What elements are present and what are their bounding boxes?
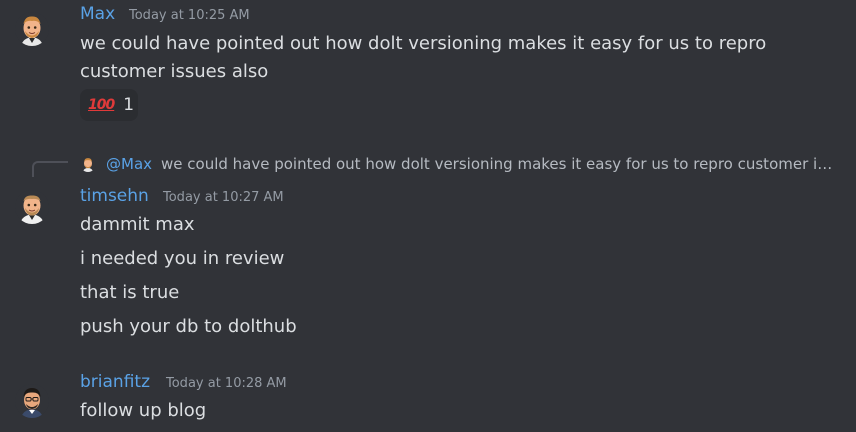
chat-message-list: Max Today at 10:25 AM we could have poin… <box>0 0 856 432</box>
100-icon: 100 <box>88 97 115 113</box>
message-line: push your db to dolthub <box>80 316 297 337</box>
timestamp: Today at 10:25 AM <box>129 8 250 23</box>
message-line: customer issues also <box>80 61 269 82</box>
avatar[interactable] <box>15 384 49 418</box>
timestamp: Today at 10:28 AM <box>166 376 287 391</box>
author-name[interactable]: brianfitz <box>80 372 150 392</box>
author-name[interactable]: timsehn <box>80 186 149 206</box>
reaction-button[interactable]: 100 1 <box>80 89 138 121</box>
reply-avatar[interactable] <box>80 156 96 172</box>
message-line: i needed you in review <box>80 248 285 269</box>
timestamp: Today at 10:27 AM <box>163 190 284 205</box>
message-line: dammit max <box>80 214 195 235</box>
author-name[interactable]: Max <box>80 4 115 24</box>
bitmoji-avatar-icon <box>15 12 49 46</box>
avatar[interactable] <box>15 12 49 46</box>
message-line: we could have pointed out how dolt versi… <box>80 33 767 54</box>
message-line: follow up blog <box>80 400 207 421</box>
reply-connector <box>32 161 68 177</box>
reply-mention[interactable]: @Max <box>106 155 152 173</box>
message-line: that is true <box>80 282 180 303</box>
reply-preview-text[interactable]: we could have pointed out how dolt versi… <box>161 155 837 173</box>
avatar[interactable] <box>15 190 49 224</box>
bitmoji-avatar-icon <box>15 384 49 418</box>
bitmoji-avatar-icon <box>15 190 49 224</box>
reaction-count: 1 <box>123 95 135 115</box>
bitmoji-avatar-icon <box>80 156 96 172</box>
